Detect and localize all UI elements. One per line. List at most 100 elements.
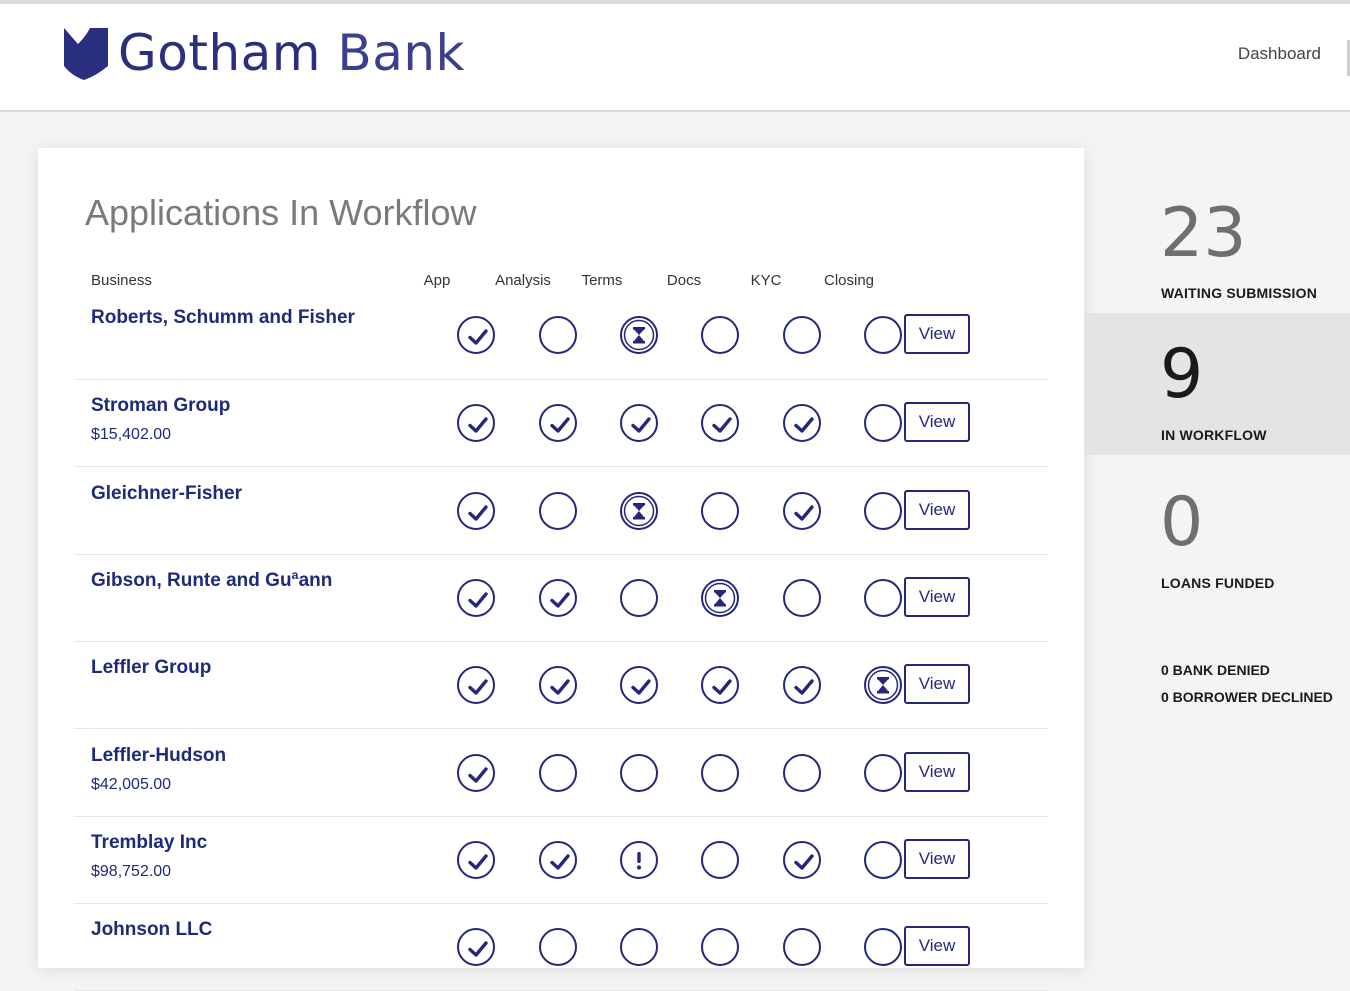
check-icon xyxy=(457,492,495,530)
empty-circle-icon xyxy=(783,754,821,792)
business-name[interactable]: Stroman Group xyxy=(91,395,230,417)
check-icon xyxy=(783,841,821,879)
check-icon xyxy=(783,666,821,704)
empty-circle-icon xyxy=(864,316,902,354)
table-row: Johnson LLC View xyxy=(74,903,1048,991)
empty-circle-icon xyxy=(783,579,821,617)
empty-circle-icon xyxy=(620,754,658,792)
stat-loans-funded[interactable]: 0 LOANS FUNDED xyxy=(1084,455,1350,605)
check-icon xyxy=(620,666,658,704)
stat-waiting-value: 23 xyxy=(1160,194,1247,273)
business-name[interactable]: Gibson, Runte and Guªann xyxy=(91,570,332,592)
empty-circle-icon xyxy=(620,579,658,617)
check-icon xyxy=(539,404,577,442)
empty-circle-icon xyxy=(539,316,577,354)
stat-bank-denied[interactable]: 0 BANK DENIED xyxy=(1161,662,1270,678)
workflow-card: Applications In Workflow Business App Ana… xyxy=(38,148,1084,991)
brand-name: Gotham Bank xyxy=(118,26,465,80)
table-row: Tremblay Inc $98,752.00 View xyxy=(74,816,1048,904)
empty-circle-icon xyxy=(783,316,821,354)
stat-in-workflow-value: 9 xyxy=(1160,335,1204,414)
check-icon xyxy=(457,754,495,792)
empty-circle-icon xyxy=(864,579,902,617)
check-icon xyxy=(783,492,821,530)
view-button[interactable]: View xyxy=(904,577,970,617)
column-header-business: Business xyxy=(91,272,152,289)
check-icon xyxy=(457,579,495,617)
empty-circle-icon xyxy=(864,841,902,879)
page-title: Applications In Workflow xyxy=(85,192,477,233)
check-icon xyxy=(539,666,577,704)
column-header-app: App xyxy=(423,272,451,289)
check-icon xyxy=(457,404,495,442)
view-button[interactable]: View xyxy=(904,402,970,442)
empty-circle-icon xyxy=(864,754,902,792)
column-header-terms: Terms xyxy=(581,272,623,289)
empty-circle-icon xyxy=(701,316,739,354)
empty-circle-icon xyxy=(539,492,577,530)
business-name[interactable]: Leffler Group xyxy=(91,657,211,679)
business-name[interactable]: Tremblay Inc xyxy=(91,832,207,854)
business-name[interactable]: Roberts, Schumm and Fisher xyxy=(91,307,355,329)
view-button[interactable]: View xyxy=(904,926,970,966)
view-button[interactable]: View xyxy=(904,839,970,879)
hourglass-icon xyxy=(701,579,739,617)
stats-panel: 23 WAITING SUBMISSION 9 IN WORKFLOW 0 LO… xyxy=(1084,148,1350,954)
hourglass-icon xyxy=(864,666,902,704)
empty-circle-icon xyxy=(864,404,902,442)
table-row: Gleichner-Fisher View xyxy=(74,467,1048,555)
header: Gotham Bank Dashboard xyxy=(0,4,1350,112)
table-row: Gibson, Runte and Guªann View xyxy=(74,554,1048,642)
view-button[interactable]: View xyxy=(904,490,970,530)
view-button[interactable]: View xyxy=(904,664,970,704)
business-name[interactable]: Gleichner-Fisher xyxy=(91,483,242,505)
view-button[interactable]: View xyxy=(904,752,970,792)
empty-circle-icon xyxy=(701,754,739,792)
nav-dashboard-link[interactable]: Dashboard xyxy=(1238,44,1321,64)
empty-circle-icon xyxy=(701,928,739,966)
empty-circle-icon xyxy=(620,928,658,966)
empty-circle-icon xyxy=(701,492,739,530)
loan-amount: $15,402.00 xyxy=(91,426,172,443)
shield-logo-icon xyxy=(64,28,108,80)
empty-circle-icon xyxy=(783,928,821,966)
column-header-kyc: KYC xyxy=(750,272,782,289)
table-row: Roberts, Schumm and Fisher View xyxy=(74,292,1048,380)
business-name[interactable]: Leffler-Hudson xyxy=(91,745,226,767)
table-row: Leffler Group View xyxy=(74,641,1048,729)
table-row: Leffler-Hudson $42,005.00 View xyxy=(74,729,1048,817)
brand-logo[interactable]: Gotham Bank xyxy=(62,26,465,80)
stat-funded-label: LOANS FUNDED xyxy=(1161,575,1275,591)
loan-amount: $42,005.00 xyxy=(91,776,172,793)
table-row: Stroman Group $15,402.00 View xyxy=(74,379,1048,467)
check-icon xyxy=(457,316,495,354)
empty-circle-icon xyxy=(864,928,902,966)
check-icon xyxy=(457,928,495,966)
empty-circle-icon xyxy=(539,754,577,792)
hourglass-icon xyxy=(620,492,658,530)
column-header-analysis: Analysis xyxy=(495,272,551,289)
business-name[interactable]: Johnson LLC xyxy=(91,919,212,941)
stat-waiting-submission[interactable]: 23 WAITING SUBMISSION xyxy=(1084,148,1350,313)
empty-circle-icon xyxy=(864,492,902,530)
hourglass-icon xyxy=(620,316,658,354)
empty-circle-icon xyxy=(701,841,739,879)
check-icon xyxy=(701,666,739,704)
check-icon xyxy=(457,841,495,879)
view-button[interactable]: View xyxy=(904,314,970,354)
brand-name-part2: Bank xyxy=(337,24,465,82)
stat-waiting-label: WAITING SUBMISSION xyxy=(1161,285,1318,301)
column-header-closing: Closing xyxy=(823,272,875,289)
stat-in-workflow-label: IN WORKFLOW xyxy=(1161,427,1267,443)
check-icon xyxy=(539,579,577,617)
check-icon xyxy=(539,841,577,879)
stat-borrower-declined[interactable]: 0 BORROWER DECLINED xyxy=(1161,689,1333,705)
column-header-docs: Docs xyxy=(666,272,702,289)
check-icon xyxy=(457,666,495,704)
exclamation-icon xyxy=(620,841,658,879)
stat-in-workflow[interactable]: 9 IN WORKFLOW xyxy=(1084,313,1350,455)
check-icon xyxy=(783,404,821,442)
check-icon xyxy=(620,404,658,442)
empty-circle-icon xyxy=(539,928,577,966)
loan-amount: $98,752.00 xyxy=(91,863,172,880)
